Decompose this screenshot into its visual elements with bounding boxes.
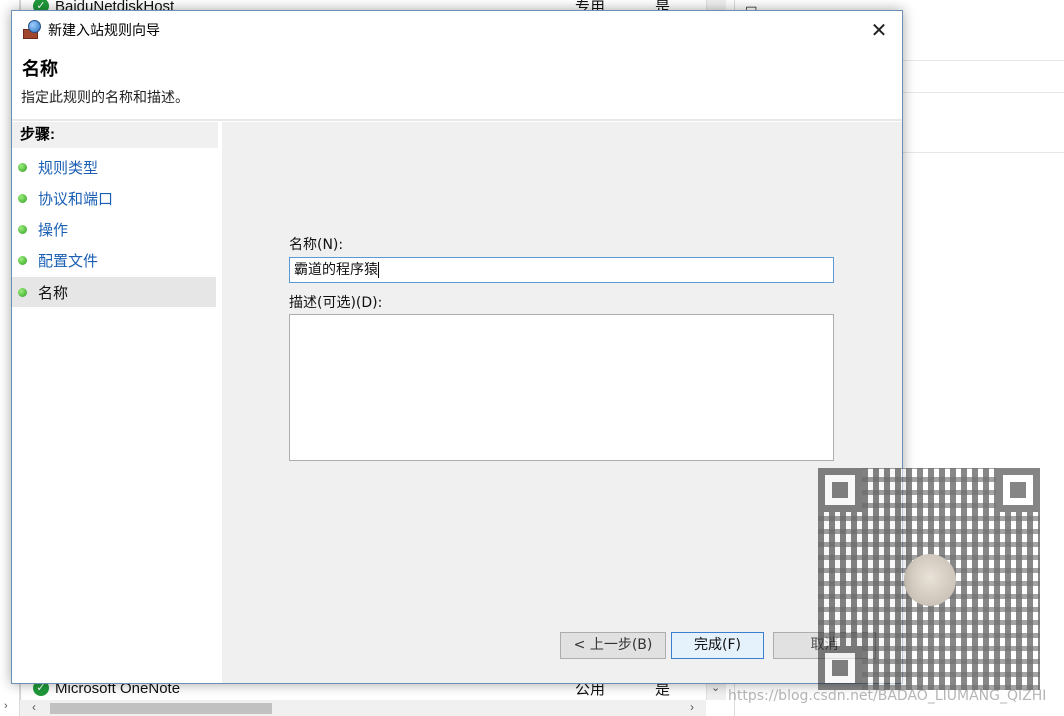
steps-panel: 步骤: 规则类型 协议和端口 操作 配置文件 名称 xyxy=(12,122,220,683)
step-name[interactable]: 名称 xyxy=(12,277,216,307)
finish-button[interactable]: 完成(F) xyxy=(671,632,764,659)
step-rule-type[interactable]: 规则类型 xyxy=(12,152,216,182)
text-caret xyxy=(378,262,379,278)
step-label: 名称 xyxy=(38,284,69,302)
back-button[interactable]: < 上一步(B) xyxy=(560,632,666,659)
scrollbar-thumb[interactable] xyxy=(50,703,272,714)
description-label: 描述(可选)(D): xyxy=(289,295,383,311)
wizard-header: 名称 指定此规则的名称和描述。 xyxy=(12,49,902,121)
step-profile[interactable]: 配置文件 xyxy=(12,245,216,275)
chevron-right-icon[interactable]: › xyxy=(690,700,694,714)
step-dot-icon xyxy=(18,224,27,234)
name-input-value: 霸道的程序猿 xyxy=(294,262,378,278)
window-title: 新建入站规则向导 xyxy=(48,22,160,38)
horizontal-scrollbar[interactable]: ‹ › xyxy=(20,700,706,716)
step-protocol-and-ports[interactable]: 协议和端口 xyxy=(12,183,216,213)
qr-finder-pattern xyxy=(996,468,1040,512)
qr-finder-pattern xyxy=(818,468,862,512)
step-dot-icon xyxy=(18,287,27,297)
close-icon: ✕ xyxy=(870,18,888,42)
firewall-icon xyxy=(22,20,42,40)
step-action[interactable]: 操作 xyxy=(12,214,216,244)
header-divider xyxy=(12,119,902,121)
close-button[interactable]: ✕ xyxy=(856,11,902,49)
wizard-content: 名称(N): 霸道的程序猿 描述(可选)(D): < 上一步(B) 完成(F) … xyxy=(222,122,902,683)
name-label: 名称(N): xyxy=(289,237,344,253)
name-input[interactable]: 霸道的程序猿 xyxy=(289,257,834,283)
chevron-left-icon[interactable]: ‹ xyxy=(32,700,36,714)
qr-finder-pattern xyxy=(818,646,862,690)
scroll-left-small-icon[interactable]: › xyxy=(4,700,8,712)
qr-avatar xyxy=(904,554,956,606)
step-label: 配置文件 xyxy=(38,252,99,270)
new-inbound-rule-wizard-dialog: 新建入站规则向导 ✕ 名称 指定此规则的名称和描述。 步骤: 规则类型 协议和端… xyxy=(11,10,903,684)
qr-code-watermark xyxy=(818,468,1040,690)
steps-heading: 步骤: xyxy=(12,122,218,148)
step-dot-icon xyxy=(18,193,27,203)
description-textarea[interactable] xyxy=(289,314,834,461)
page-title: 名称 xyxy=(22,59,58,79)
page-description: 指定此规则的名称和描述。 xyxy=(21,89,189,105)
step-label: 协议和端口 xyxy=(38,190,114,208)
step-dot-icon xyxy=(18,255,27,265)
title-bar[interactable]: 新建入站规则向导 ✕ xyxy=(12,11,902,49)
url-watermark: https://blog.csdn.net/BADAO_LIUMANG_QIZH… xyxy=(728,688,1047,704)
step-label: 规则类型 xyxy=(38,159,99,177)
step-dot-icon xyxy=(18,162,27,172)
step-label: 操作 xyxy=(38,221,69,239)
